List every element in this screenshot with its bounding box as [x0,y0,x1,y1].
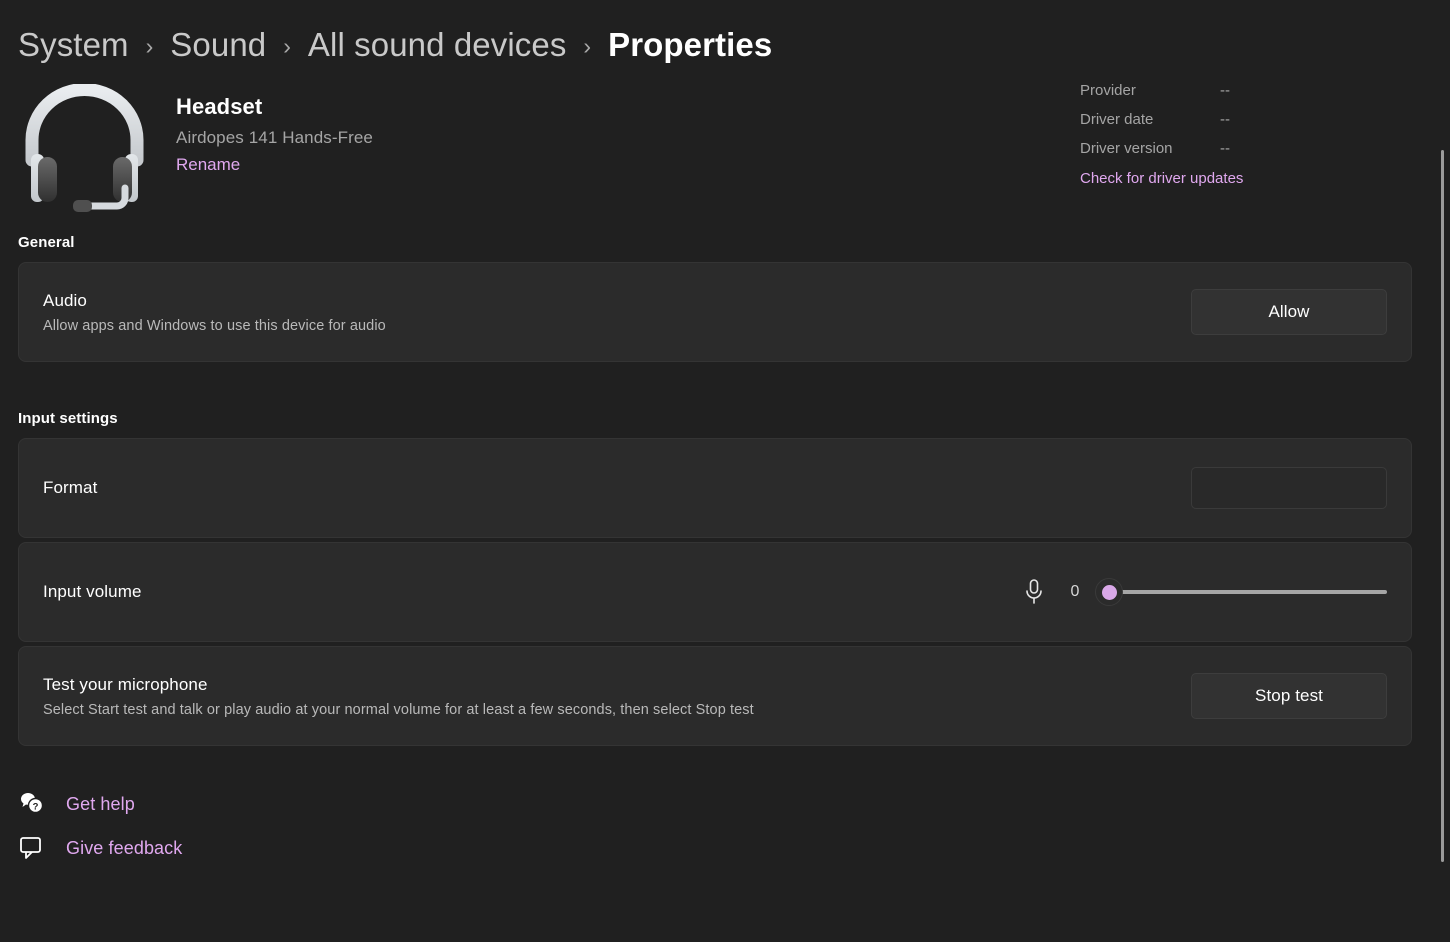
breadcrumb-item-system[interactable]: System [18,26,129,64]
driver-date-label: Driver date [1080,105,1220,134]
input-volume-slider[interactable] [1095,576,1387,608]
slider-track [1109,590,1387,594]
breadcrumb-item-sound[interactable]: Sound [170,26,266,64]
breadcrumb-separator-icon: › [146,33,154,60]
feedback-icon [18,834,46,862]
format-card-text: Format [43,478,97,498]
device-meta: Headset Airdopes 141 Hands-Free Rename [176,88,373,175]
device-name: Headset [176,94,373,120]
rename-link[interactable]: Rename [176,155,240,175]
slider-thumb[interactable] [1095,578,1123,606]
breadcrumb-separator-icon: › [283,33,291,60]
test-microphone-card-description: Select Start test and talk or play audio… [43,702,754,718]
device-header: Headset Airdopes 141 Hands-Free Rename P… [0,62,1450,212]
input-volume-card: Input volume 0 [18,542,1412,642]
test-microphone-card: Test your microphone Select Start test a… [18,646,1412,746]
breadcrumb-item-properties: Properties [608,26,772,64]
audio-card-description: Allow apps and Windows to use this devic… [43,318,386,334]
driver-version-value: -- [1220,134,1230,163]
section-title-general: General [0,234,1450,251]
slider-thumb-dot [1102,585,1117,600]
driver-provider-label: Provider [1080,76,1220,105]
test-microphone-card-text: Test your microphone Select Start test a… [43,675,754,718]
driver-date-row: Driver date -- [1080,105,1380,134]
driver-info-panel: Provider -- Driver date -- Driver versio… [1080,76,1380,193]
audio-card-title: Audio [43,291,386,311]
breadcrumb-separator-icon: › [583,33,591,60]
breadcrumb-item-all-sound-devices[interactable]: All sound devices [308,26,567,64]
get-help-link[interactable]: ? Get help [18,782,1450,826]
vertical-scrollbar-thumb[interactable] [1441,150,1444,862]
stop-test-button[interactable]: Stop test [1191,673,1387,719]
section-title-input-settings: Input settings [0,410,1450,427]
driver-date-value: -- [1220,105,1230,134]
audio-card: Audio Allow apps and Windows to use this… [18,262,1412,362]
format-dropdown[interactable] [1191,467,1387,509]
get-help-label: Get help [66,794,135,815]
microphone-icon [1021,577,1047,607]
driver-version-row: Driver version -- [1080,134,1380,163]
driver-provider-row: Provider -- [1080,76,1380,105]
device-subtitle: Airdopes 141 Hands-Free [176,128,373,148]
input-volume-card-text: Input volume [43,582,142,602]
give-feedback-label: Give feedback [66,838,182,859]
driver-provider-value: -- [1220,76,1230,105]
footer-links: ? Get help Give feedback [0,782,1450,870]
breadcrumb: System › Sound › All sound devices › Pro… [0,0,1450,62]
input-volume-value: 0 [1055,583,1095,601]
test-microphone-card-title: Test your microphone [43,675,754,695]
svg-text:?: ? [33,802,39,813]
input-volume-card-title: Input volume [43,582,142,602]
help-question-icon: ? [18,790,46,818]
check-for-driver-updates-link[interactable]: Check for driver updates [1080,164,1243,193]
format-card: Format [18,438,1412,538]
audio-card-text: Audio Allow apps and Windows to use this… [43,291,386,334]
allow-button[interactable]: Allow [1191,289,1387,335]
headset-icon [18,84,151,217]
input-volume-control: 0 [1021,576,1387,608]
driver-version-label: Driver version [1080,134,1220,163]
give-feedback-link[interactable]: Give feedback [18,826,1450,870]
format-card-title: Format [43,478,97,498]
